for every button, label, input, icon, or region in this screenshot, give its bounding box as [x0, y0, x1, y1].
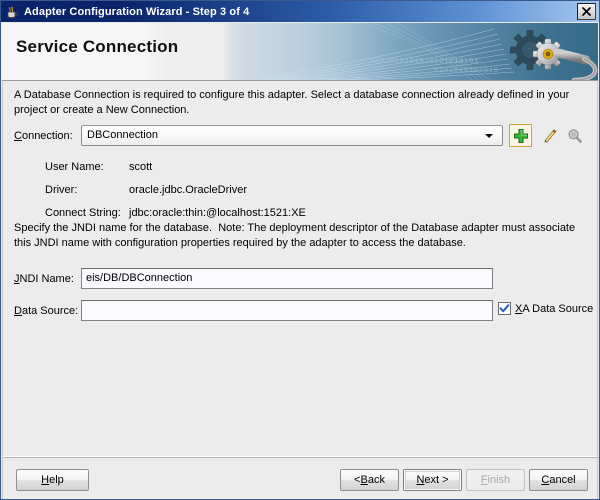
user-name-label: User Name:	[45, 161, 104, 173]
cancel-button[interactable]: Cancel	[529, 469, 588, 491]
xa-data-source-label: XA Data Source	[515, 303, 593, 315]
pencil-icon[interactable]	[537, 124, 560, 147]
intro-text: A Database Connection is required to con…	[14, 89, 573, 116]
cancel-button-suffix: ancel	[549, 474, 576, 486]
window-title: Adapter Configuration Wizard - Step 3 of…	[24, 5, 250, 18]
jndi-label-rest: NDI Name:	[19, 273, 74, 285]
back-button-suffix: ack	[367, 474, 385, 486]
svg-text:0101010101010101010101010101: 0101010101010101010101010101	[340, 58, 479, 66]
back-button-mnemonic: B	[360, 474, 368, 486]
data-source-label-mnemonic: D	[14, 305, 22, 317]
wizard-banner: 0101010101010101010101010101 01010101010…	[2, 23, 598, 81]
svg-text:0101010101010: 0101010101010	[434, 67, 498, 75]
finish-button-suffix: inish	[487, 474, 511, 486]
dialog-button-bar: Help < Back Next > Finish Cancel	[2, 456, 599, 499]
connection-selected-value: DBConnection	[87, 129, 158, 141]
jndi-name-input[interactable]: eis/DB/DBConnection	[81, 268, 493, 289]
data-source-label: Data Source:	[14, 305, 78, 317]
plus-icon[interactable]	[509, 124, 532, 147]
help-button-suffix: elp	[49, 474, 64, 486]
connection-label: Connection:	[14, 130, 73, 142]
chevron-down-icon	[485, 134, 493, 138]
next-button[interactable]: Next >	[403, 469, 462, 491]
finish-button: Finish	[466, 469, 525, 491]
data-source-label-rest: ata Source:	[21, 305, 79, 317]
help-button-mnemonic: H	[41, 474, 50, 486]
jndi-name-label: JNDI Name:	[14, 273, 74, 285]
page-title: Service Connection	[16, 37, 179, 56]
data-source-input[interactable]	[81, 300, 493, 321]
help-button[interactable]: Help	[16, 469, 89, 491]
cancel-button-mnemonic: C	[541, 474, 550, 486]
connection-combobox[interactable]: DBConnection	[81, 125, 503, 146]
button-bar-divider	[3, 457, 599, 458]
connect-string-label: Connect String:	[45, 207, 121, 219]
wizard-dialog: Adapter Configuration Wizard - Step 3 of…	[0, 0, 600, 500]
finish-button-mnemonic: F	[480, 474, 488, 486]
next-button-mnemonic: N	[416, 474, 425, 486]
xa-data-source-checkbox[interactable]: XA Data Source	[498, 302, 593, 315]
title-bar: Adapter Configuration Wizard - Step 3 of…	[1, 1, 599, 22]
xa-label-rest: A Data Source	[522, 302, 594, 315]
jndi-note-text: Specify the JNDI name for the database. …	[14, 222, 579, 249]
driver-value: oracle.jdbc.OracleDriver	[129, 184, 247, 196]
java-coffee-cup-icon	[4, 4, 20, 20]
wizard-content: A Database Connection is required to con…	[2, 82, 598, 456]
magnifier-icon[interactable]	[563, 124, 586, 147]
back-button[interactable]: < Back	[340, 469, 399, 491]
next-button-suffix: ext >	[424, 474, 449, 486]
close-icon[interactable]	[577, 3, 596, 20]
driver-label: Driver:	[45, 184, 78, 196]
connect-string-value: jdbc:oracle:thin:@localhost:1521:XE	[129, 207, 306, 219]
check-icon	[499, 304, 510, 313]
jndi-name-value: eis/DB/DBConnection	[86, 272, 193, 284]
user-name-value: scott	[129, 161, 153, 173]
checkbox-box	[498, 302, 511, 315]
